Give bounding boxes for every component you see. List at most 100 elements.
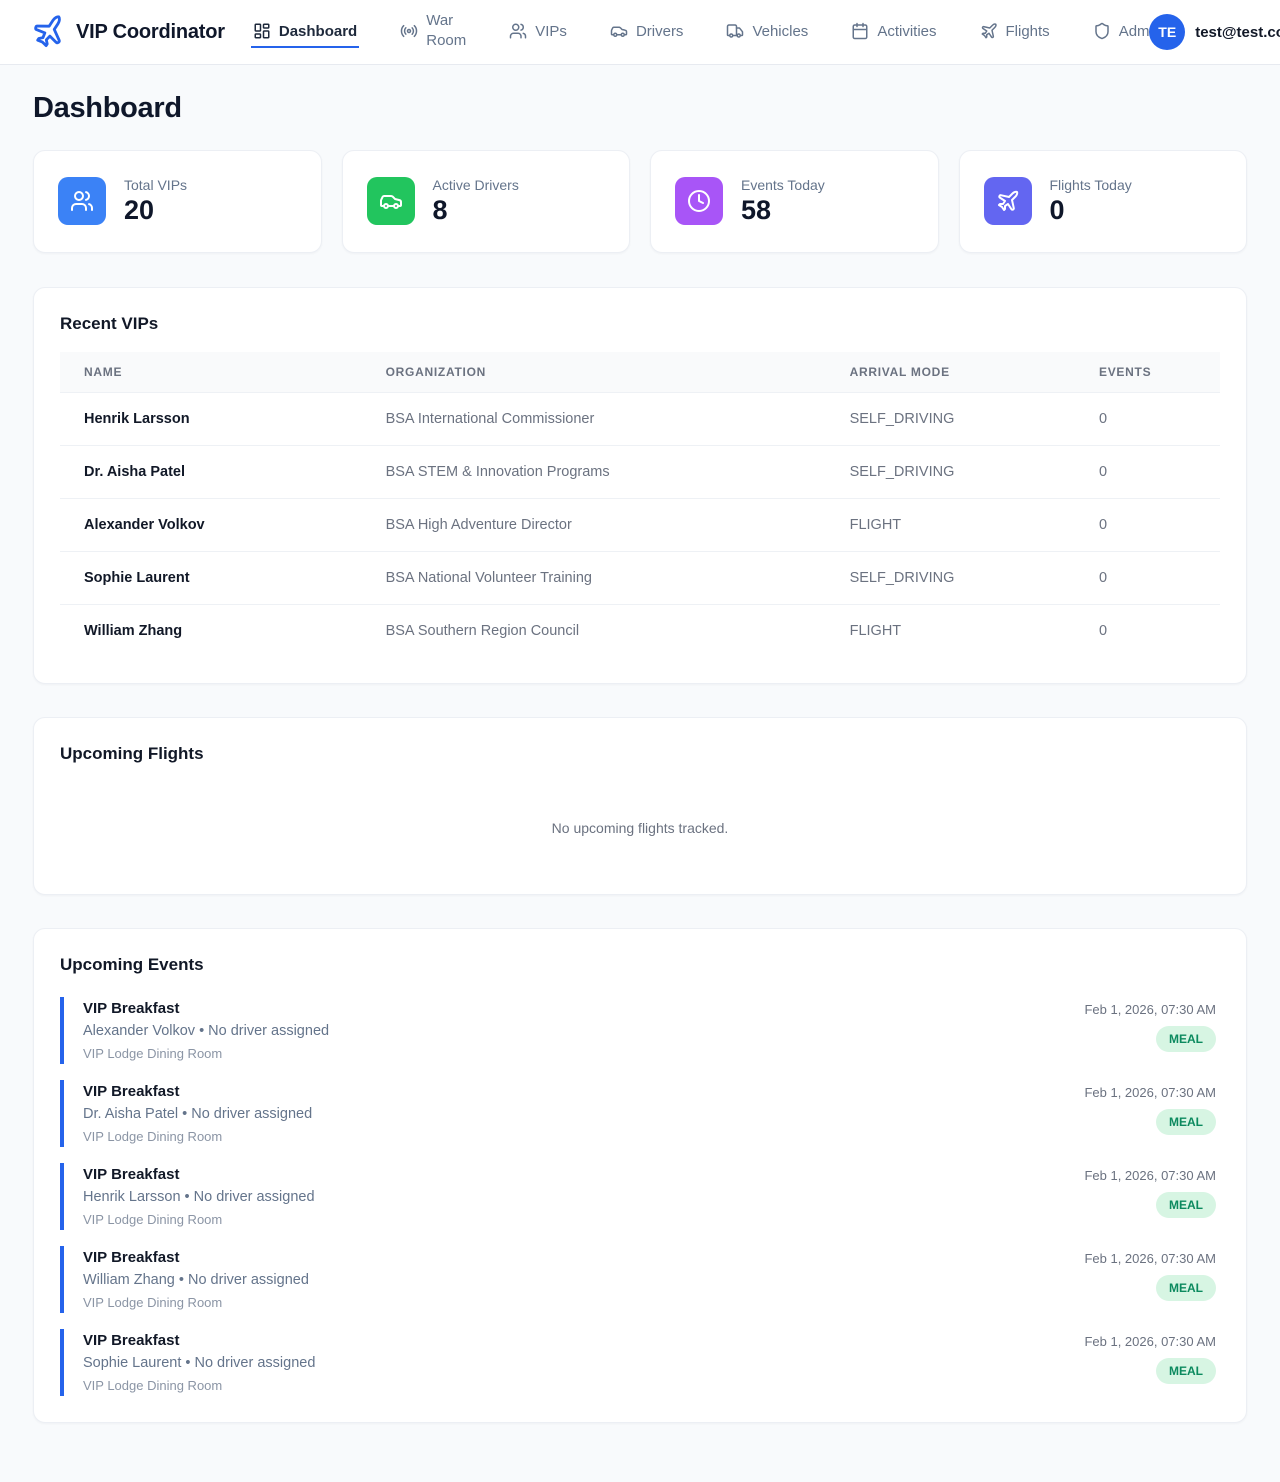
stat-value: 58 (741, 196, 825, 226)
event-datetime: Feb 1, 2026, 07:30 AM (1084, 1085, 1216, 1100)
stat-label: Flights Today (1050, 177, 1132, 193)
stat-label: Events Today (741, 177, 825, 193)
vip-name-cell: Henrik Larsson (60, 392, 362, 445)
column-header-organization: Organization (362, 352, 826, 393)
car-icon (367, 177, 415, 225)
recent-vips-card: Recent VIPs Name Organization Arrival Mo… (33, 287, 1247, 684)
flights-empty-message: No upcoming flights tracked. (60, 782, 1220, 868)
vip-organization-cell: BSA National Volunteer Training (362, 551, 826, 604)
column-header-arrival-mode: Arrival Mode (826, 352, 1075, 393)
event-title: VIP Breakfast (83, 1166, 315, 1183)
table-header-row: Name Organization Arrival Mode Events (60, 352, 1220, 393)
event-title: VIP Breakfast (83, 1332, 315, 1349)
meal-badge: MEAL (1156, 1358, 1216, 1384)
users-icon (509, 22, 527, 40)
event-item: VIP Breakfast Alexander Volkov • No driv… (60, 997, 1220, 1064)
column-header-name: Name (60, 352, 362, 393)
vip-arrival-mode-cell: SELF_DRIVING (826, 445, 1075, 498)
top-nav-bar: VIP Coordinator Dashboard War Room VIPs … (0, 0, 1280, 65)
vip-arrival-mode-cell: SELF_DRIVING (826, 392, 1075, 445)
event-item: VIP Breakfast Henrik Larsson • No driver… (60, 1163, 1220, 1230)
vip-arrival-mode-cell: FLIGHT (826, 604, 1075, 657)
stat-card-active-drivers: Active Drivers 8 (342, 150, 631, 253)
event-list: VIP Breakfast Alexander Volkov • No driv… (60, 997, 1220, 1396)
nav-label: Vehicles (752, 23, 808, 40)
nav-item-vips[interactable]: VIPs (507, 16, 569, 48)
nav-item-vehicles[interactable]: Vehicles (724, 16, 810, 48)
stat-value: 0 (1050, 196, 1132, 226)
stat-label: Total VIPs (124, 177, 187, 193)
brand: VIP Coordinator (32, 15, 225, 49)
nav-label: Dashboard (279, 23, 357, 40)
dashboard-page: Dashboard Total VIPs 20 Active Drivers 8 (0, 92, 1280, 1482)
nav-item-activities[interactable]: Activities (849, 16, 938, 48)
dashboard-grid-icon (253, 22, 271, 40)
user-menu[interactable]: TE test@test.com (1163, 14, 1280, 50)
clock-icon (675, 177, 723, 225)
event-location: VIP Lodge Dining Room (83, 1129, 312, 1144)
vip-arrival-mode-cell: FLIGHT (826, 498, 1075, 551)
user-email: test@test.com (1195, 24, 1280, 41)
stat-card-flights-today: Flights Today 0 (959, 150, 1248, 253)
stat-value: 20 (124, 196, 187, 226)
column-header-events: Events (1075, 352, 1220, 393)
vip-name-cell: William Zhang (60, 604, 362, 657)
vip-organization-cell: BSA Southern Region Council (362, 604, 826, 657)
nav-item-war-room[interactable]: War Room (398, 5, 468, 60)
event-subtitle: Dr. Aisha Patel • No driver assigned (83, 1106, 312, 1122)
plane-logo-icon (29, 12, 69, 52)
meal-badge: MEAL (1156, 1275, 1216, 1301)
event-item: VIP Breakfast William Zhang • No driver … (60, 1246, 1220, 1313)
vip-organization-cell: BSA STEM & Innovation Programs (362, 445, 826, 498)
upcoming-flights-card: Upcoming Flights No upcoming flights tra… (33, 717, 1247, 895)
event-subtitle: William Zhang • No driver assigned (83, 1272, 309, 1288)
stat-card-events-today: Events Today 58 (650, 150, 939, 253)
vip-name-cell: Dr. Aisha Patel (60, 445, 362, 498)
vip-arrival-mode-cell: SELF_DRIVING (826, 551, 1075, 604)
vip-events-cell: 0 (1075, 498, 1220, 551)
avatar[interactable]: TE (1149, 14, 1185, 50)
nav-item-flights[interactable]: Flights (978, 16, 1052, 48)
event-subtitle: Alexander Volkov • No driver assigned (83, 1023, 329, 1039)
nav-label: Flights (1006, 23, 1050, 40)
vip-name-cell: Alexander Volkov (60, 498, 362, 551)
event-item: VIP Breakfast Dr. Aisha Patel • No drive… (60, 1080, 1220, 1147)
event-title: VIP Breakfast (83, 1000, 329, 1017)
event-subtitle: Sophie Laurent • No driver assigned (83, 1355, 315, 1371)
vip-name-cell: Sophie Laurent (60, 551, 362, 604)
page-title: Dashboard (33, 92, 1247, 125)
vip-events-cell: 0 (1075, 551, 1220, 604)
nav-item-drivers[interactable]: Drivers (608, 16, 686, 48)
plane-icon (984, 177, 1032, 225)
table-row: William Zhang BSA Southern Region Counci… (60, 604, 1220, 657)
nav-label: Drivers (636, 23, 684, 40)
users-icon (58, 177, 106, 225)
vip-events-cell: 0 (1075, 392, 1220, 445)
event-datetime: Feb 1, 2026, 07:30 AM (1084, 1251, 1216, 1266)
event-location: VIP Lodge Dining Room (83, 1295, 309, 1310)
stat-card-total-vips: Total VIPs 20 (33, 150, 322, 253)
event-item: VIP Breakfast Sophie Laurent • No driver… (60, 1329, 1220, 1396)
radio-icon (400, 22, 418, 40)
app-title: VIP Coordinator (76, 21, 225, 44)
meal-badge: MEAL (1156, 1026, 1216, 1052)
stat-cards: Total VIPs 20 Active Drivers 8 Events To… (33, 150, 1247, 253)
nav-label: Activities (877, 23, 936, 40)
event-datetime: Feb 1, 2026, 07:30 AM (1084, 1168, 1216, 1183)
stat-value: 8 (433, 196, 519, 226)
table-row: Henrik Larsson BSA International Commiss… (60, 392, 1220, 445)
upcoming-events-card: Upcoming Events VIP Breakfast Alexander … (33, 928, 1247, 1423)
nav-label: VIPs (535, 23, 567, 40)
vip-organization-cell: BSA High Adventure Director (362, 498, 826, 551)
nav-label: War Room (426, 11, 466, 52)
nav-item-dashboard[interactable]: Dashboard (251, 16, 359, 48)
upcoming-events-heading: Upcoming Events (60, 955, 1220, 975)
event-location: VIP Lodge Dining Room (83, 1046, 329, 1061)
meal-badge: MEAL (1156, 1109, 1216, 1135)
main-nav: Dashboard War Room VIPs Drivers Vehicles… (251, 5, 1163, 60)
vip-organization-cell: BSA International Commissioner (362, 392, 826, 445)
truck-icon (726, 22, 744, 40)
vip-events-cell: 0 (1075, 604, 1220, 657)
recent-vips-table: Name Organization Arrival Mode Events He… (60, 352, 1220, 657)
event-datetime: Feb 1, 2026, 07:30 AM (1084, 1002, 1216, 1017)
